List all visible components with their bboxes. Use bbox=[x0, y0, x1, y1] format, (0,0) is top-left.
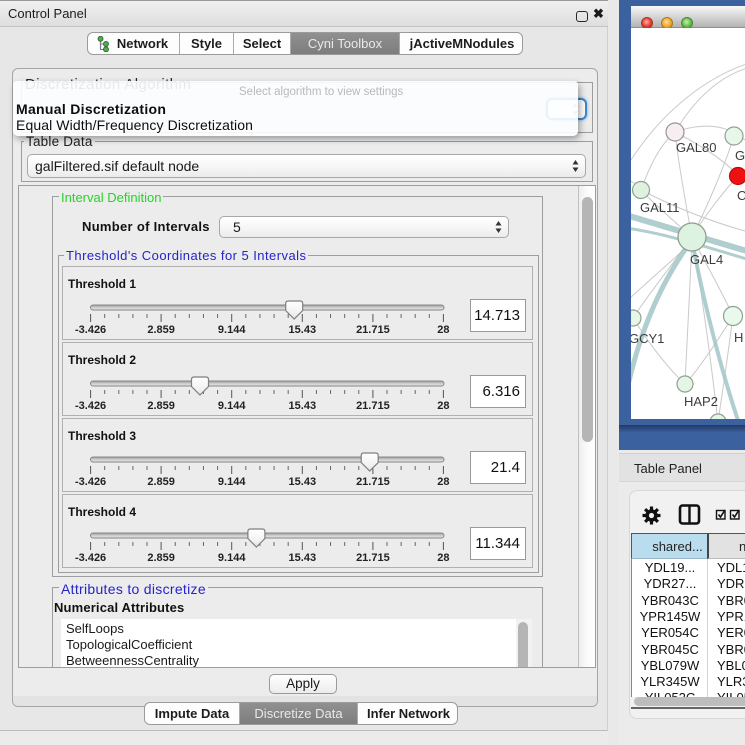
svg-text:21.715: 21.715 bbox=[356, 400, 390, 412]
svg-text:15.43: 15.43 bbox=[289, 324, 317, 336]
svg-text:HAP2: HAP2 bbox=[684, 394, 718, 409]
svg-text:9.144: 9.144 bbox=[218, 476, 246, 488]
svg-text:G.: G. bbox=[735, 148, 745, 163]
svg-text:GAL4: GAL4 bbox=[690, 252, 723, 267]
svg-text:15.43: 15.43 bbox=[289, 476, 317, 488]
svg-text:H: H bbox=[734, 330, 743, 345]
svg-text:GAL11: GAL11 bbox=[640, 200, 680, 215]
svg-text:-3.426: -3.426 bbox=[75, 476, 106, 488]
svg-text:2.859: 2.859 bbox=[147, 400, 175, 412]
svg-text:15.43: 15.43 bbox=[289, 400, 317, 412]
svg-text:21.715: 21.715 bbox=[356, 552, 390, 564]
svg-text:-3.426: -3.426 bbox=[75, 400, 106, 412]
svg-text:28: 28 bbox=[437, 552, 449, 564]
svg-text:2.859: 2.859 bbox=[147, 476, 175, 488]
svg-text:21.715: 21.715 bbox=[356, 476, 390, 488]
svg-text:9.144: 9.144 bbox=[218, 552, 246, 564]
svg-text:9.144: 9.144 bbox=[218, 324, 246, 336]
svg-text:-3.426: -3.426 bbox=[75, 552, 106, 564]
svg-text:GAL80: GAL80 bbox=[676, 140, 716, 155]
svg-text:15.43: 15.43 bbox=[289, 552, 317, 564]
svg-text:9.144: 9.144 bbox=[218, 400, 246, 412]
svg-text:C: C bbox=[737, 188, 745, 203]
svg-text:28: 28 bbox=[437, 324, 449, 336]
svg-text:28: 28 bbox=[437, 476, 449, 488]
svg-text:2.859: 2.859 bbox=[147, 552, 175, 564]
svg-text:2.859: 2.859 bbox=[147, 324, 175, 336]
svg-text:21.715: 21.715 bbox=[356, 324, 390, 336]
svg-text:28: 28 bbox=[437, 400, 449, 412]
svg-text:GCY1: GCY1 bbox=[631, 331, 664, 346]
svg-text:-3.426: -3.426 bbox=[75, 324, 106, 336]
